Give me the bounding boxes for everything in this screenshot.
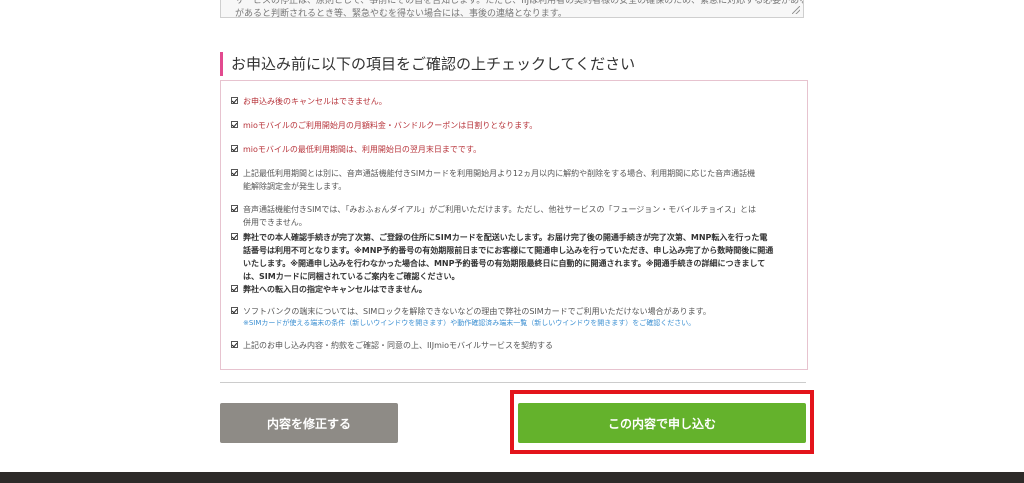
checklist-item-daily-rate[interactable]: mioモバイルのご利用開始月の月額料金・バンドルクーポンは日割りとなります。	[231, 119, 796, 132]
checklist-item-text-line-3: いたします。※開通申し込みを行わなかった場合は、MNP予約番号の有効期限最終日に…	[243, 259, 766, 268]
submit-button[interactable]: この内容で申し込む	[518, 403, 806, 443]
checkbox-checked-icon[interactable]	[231, 233, 238, 240]
checkbox-checked-icon[interactable]	[231, 205, 238, 212]
checklist-item-softbank[interactable]: ソフトバンクの端末については、SIMロックを解除できないなどの理由で弊社のSIM…	[231, 305, 796, 329]
checklist-item-text: mioモバイルの最低利用期間は、利用開始日の翌月末日までです。	[243, 145, 482, 154]
checklist-item-text-line-4: は、SIMカードに同梱されているご案内をご確認ください。	[243, 272, 460, 281]
checklist-item-text-line-1: 音声通話機能付きSIMでは、「みおふぉんダイアル」がご利用いただけます。ただし、…	[243, 205, 757, 214]
checklist-item-voice-sim-fee[interactable]: 上記最低利用期間とは別に、音声通話機能付きSIMカードを利用開始月より12ヵ月以…	[231, 167, 796, 193]
checklist-item-agree-terms[interactable]: 上記のお申し込み内容・約款をご確認・同意の上、IIJmioモバイルサービスを契約…	[231, 339, 796, 352]
checkbox-checked-icon[interactable]	[231, 285, 238, 292]
checklist-item-text-line-2: 併用できません。	[243, 218, 307, 227]
checkbox-checked-icon[interactable]	[231, 341, 238, 348]
checkbox-checked-icon[interactable]	[231, 169, 238, 176]
terms-text-line-1: サービスの停止は、原則として、事前にその旨を告知します。ただし、IIJは利用者の…	[235, 0, 803, 6]
checklist-item-text: お申込み後のキャンセルはできません。	[243, 97, 387, 106]
checklist-item-text: 上記のお申し込み内容・約款をご確認・同意の上、IIJmioモバイルサービスを契約…	[243, 341, 553, 350]
checklist-item-text-line-2: 話番号は利用不可となります。※MNP予約番号の有効期限前日までにお客様にて開通申…	[243, 246, 774, 255]
terms-text-line-2: があると判断されるとき等、緊急やむを得ない場合には、事後の連絡となります。	[235, 9, 567, 18]
checkbox-checked-icon[interactable]	[231, 145, 238, 152]
checklist-item-text-line-1: 上記最低利用期間とは別に、音声通話機能付きSIMカードを利用開始月より12ヵ月以…	[243, 169, 756, 178]
terms-textarea[interactable]: サービスの停止は、原則として、事前にその旨を告知します。ただし、IIJは利用者の…	[220, 0, 804, 18]
checklist-item-text-line-2: 能解除調定金が発生します。	[243, 182, 347, 191]
checklist-item-transfer-date[interactable]: 弊社への転入日の指定やキャンセルはできません。	[231, 283, 796, 296]
checklist-item-text: ソフトバンクの端末については、SIMロックを解除できないなどの理由で弊社のSIM…	[243, 307, 711, 316]
modify-button[interactable]: 内容を修正する	[220, 403, 398, 443]
checklist-item-identity-check[interactable]: 弊社での本人確認手続きが完了次第、ご登録の住所にSIMカードを配送いたします。お…	[231, 231, 796, 283]
checklist-item-text-line-1: 弊社での本人確認手続きが完了次第、ご登録の住所にSIMカードを配送いたします。お…	[243, 233, 768, 242]
checklist-item-no-cancel[interactable]: お申込み後のキャンセルはできません。	[231, 95, 796, 108]
checklist-item-text: mioモバイルのご利用開始月の月額料金・バンドルクーポンは日割りとなります。	[243, 121, 538, 130]
resize-handle-icon[interactable]	[792, 6, 800, 14]
checkbox-checked-icon[interactable]	[231, 121, 238, 128]
checkbox-checked-icon[interactable]	[231, 97, 238, 104]
divider	[220, 382, 806, 383]
section-title: お申込み前に以下の項目をご確認の上チェックしてください	[220, 52, 635, 76]
checklist-item-text: 弊社への転入日の指定やキャンセルはできません。	[243, 285, 427, 294]
compatible-devices-link[interactable]: ※SIMカードが使える端末の条件（新しいウインドウを開きます）や動作確認済み端末…	[243, 318, 796, 329]
checkbox-checked-icon[interactable]	[231, 307, 238, 314]
checklist-item-min-period[interactable]: mioモバイルの最低利用期間は、利用開始日の翌月末日までです。	[231, 143, 796, 156]
page-footer	[0, 472, 1024, 483]
confirmation-checklist: お申込み後のキャンセルはできません。 mioモバイルのご利用開始月の月額料金・バ…	[220, 80, 808, 370]
checklist-item-mio-dial[interactable]: 音声通話機能付きSIMでは、「みおふぉんダイアル」がご利用いただけます。ただし、…	[231, 203, 796, 229]
